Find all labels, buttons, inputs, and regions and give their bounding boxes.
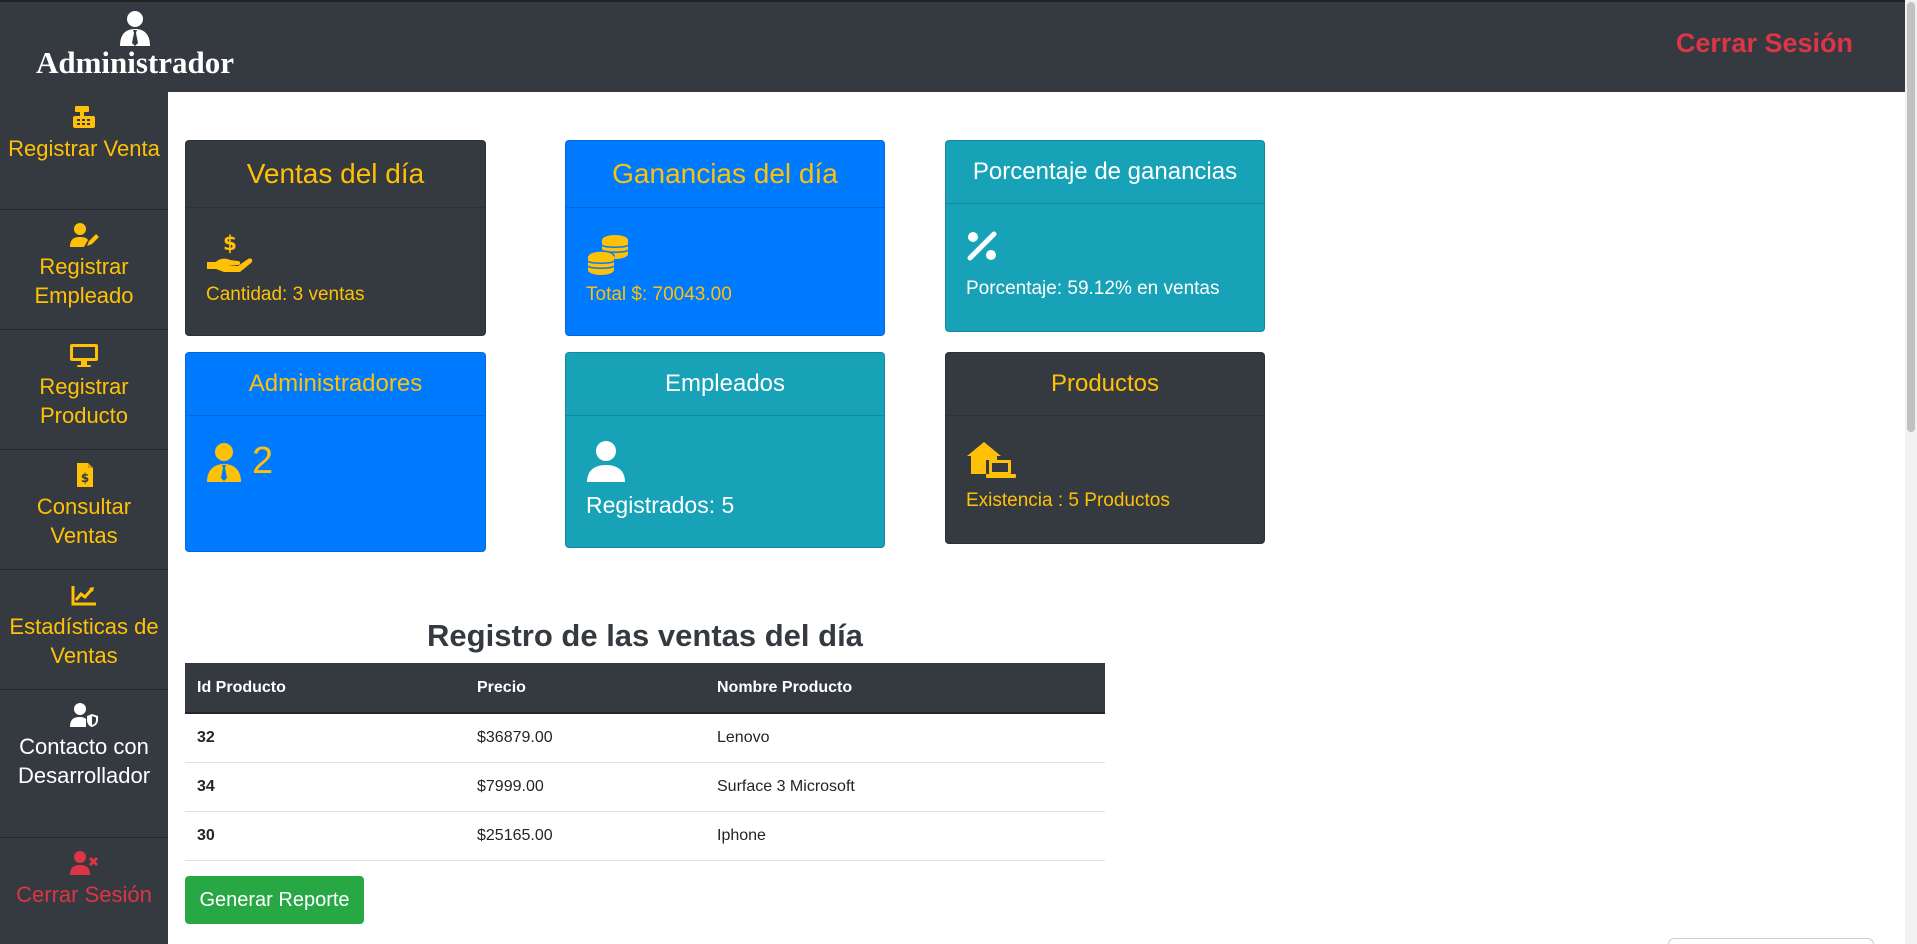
sidebar-item-label: Consultar Ventas (36, 494, 132, 548)
coins-icon (587, 235, 629, 275)
svg-text:$: $ (223, 232, 237, 255)
svg-text:$: $ (81, 471, 89, 485)
cash-register-icon (73, 106, 95, 128)
desktop-icon (70, 344, 98, 367)
table-row: 34 $7999.00 Surface 3 Microsoft (185, 762, 1105, 812)
percent-icon (967, 231, 997, 261)
card-title: Porcentaje de ganancias (946, 141, 1264, 204)
sidebar-item-consultar-ventas[interactable]: $ Consultar Ventas (0, 450, 168, 570)
sidebar-item-registrar-venta[interactable]: Registrar Venta (0, 92, 168, 210)
cell-id: 30 (185, 811, 465, 861)
brand-title: Administrador (35, 45, 235, 80)
sidebar-item-label: Estadísticas de Ventas (9, 614, 159, 668)
user-icon (587, 441, 625, 482)
cell-price: $25165.00 (465, 811, 705, 861)
table-header-row: Id Producto Precio Nombre Producto (185, 663, 1105, 714)
admin-count: 2 (252, 440, 274, 482)
sidebar-item-registrar-producto[interactable]: Registrar Producto (0, 330, 168, 450)
card-porcentaje-ganancias: Porcentaje de ganancias Porcentaje: 59.1… (945, 140, 1265, 332)
partial-element (1668, 938, 1874, 944)
sidebar-item-label: Registrar Producto (39, 374, 129, 428)
user-shield-icon (70, 703, 98, 727)
sidebar: Registrar Venta Registrar Empleado Regis… (0, 92, 168, 944)
logout-link[interactable]: Cerrar Sesión (1676, 28, 1853, 59)
brand: Administrador (20, 10, 250, 80)
card-text: Cantidad: 3 ventas (206, 284, 365, 305)
chart-line-icon (71, 586, 96, 606)
card-title: Administradores (186, 353, 485, 416)
table-row: 32 $36879.00 Lenovo (185, 713, 1105, 763)
sidebar-item-registrar-empleado[interactable]: Registrar Empleado (0, 210, 168, 330)
cell-price: $7999.00 (465, 762, 705, 812)
cell-name: Iphone (705, 811, 1105, 861)
generate-report-button[interactable]: Generar Reporte (185, 876, 364, 924)
column-header: Nombre Producto (705, 663, 1105, 714)
card-text: Registrados: 5 (586, 492, 735, 518)
card-administradores: Administradores 2 (185, 352, 486, 552)
scrollbar[interactable] (1905, 0, 1917, 944)
cell-name: Lenovo (705, 713, 1105, 763)
card-text: Existencia : 5 Productos (966, 490, 1170, 511)
table-row: 30 $25165.00 Iphone (185, 811, 1105, 861)
top-navbar: Administrador Cerrar Sesión (0, 0, 1905, 92)
card-ventas-dia: Ventas del día $ Cantidad: 3 ventas (185, 140, 486, 336)
sidebar-item-contacto[interactable]: Contacto con Desarrollador (0, 690, 168, 838)
card-text: Total $: 70043.00 (586, 284, 732, 305)
cell-price: $36879.00 (465, 713, 705, 763)
sidebar-item-label: Contacto con Desarrollador (17, 734, 151, 788)
card-title: Empleados (566, 353, 884, 416)
house-laptop-icon (967, 442, 1016, 478)
file-invoice-dollar-icon: $ (77, 463, 93, 487)
hand-holding-usd-icon: $ (207, 232, 253, 272)
card-productos: Productos Existencia : 5 Productos (945, 352, 1265, 544)
user-edit-icon (70, 223, 99, 247)
card-title: Ventas del día (186, 141, 485, 208)
user-tie-icon (207, 442, 241, 482)
sidebar-item-estadisticas[interactable]: Estadísticas de Ventas (0, 570, 168, 690)
cell-id: 34 (185, 762, 465, 812)
card-title: Ganancias del día (566, 141, 884, 208)
cell-name: Surface 3 Microsoft (705, 762, 1105, 812)
sidebar-item-label: Cerrar Sesión (16, 882, 152, 907)
user-times-icon (70, 851, 99, 875)
sidebar-item-cerrar-sesion[interactable]: Cerrar Sesión (0, 838, 168, 944)
card-ganancias-dia: Ganancias del día Total $: 70043.00 (565, 140, 885, 336)
card-title: Productos (946, 353, 1264, 416)
card-empleados: Empleados Registrados: 5 (565, 352, 885, 548)
column-header: Precio (465, 663, 705, 714)
section-title: Registro de las ventas del día (427, 618, 863, 653)
sidebar-item-label: Registrar Venta (8, 136, 160, 161)
cell-id: 32 (185, 713, 465, 763)
scrollbar-thumb[interactable] (1907, 2, 1915, 432)
sidebar-item-label: Registrar Empleado (34, 254, 134, 308)
user-tie-icon (120, 11, 150, 46)
card-text: Porcentaje: 59.12% en ventas (966, 278, 1220, 299)
sales-table: Id Producto Precio Nombre Producto 32 $3… (185, 663, 1105, 861)
column-header: Id Producto (185, 663, 465, 714)
